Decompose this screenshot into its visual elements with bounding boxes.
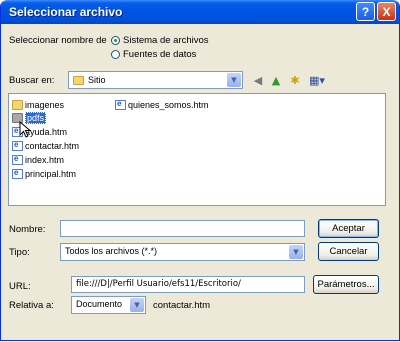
radio-file-system-label[interactable]: Sistema de archivos bbox=[123, 35, 209, 46]
chevron-down-icon[interactable]: ▼ bbox=[130, 298, 144, 312]
url-input[interactable]: file:///D|/Perfil Usuario/efs11/Escritor… bbox=[71, 276, 305, 293]
relative-file: contactar.htm bbox=[153, 300, 211, 311]
relative-value: Documento bbox=[76, 299, 123, 309]
radio-file-system[interactable] bbox=[111, 36, 120, 45]
lookin-dropdown[interactable]: Sitio ▼ bbox=[68, 71, 243, 89]
list-item[interactable]: index.htm bbox=[12, 154, 64, 166]
relative-label: Relativa a: bbox=[9, 300, 54, 311]
html-file-icon bbox=[115, 99, 126, 110]
folder-icon bbox=[73, 76, 84, 85]
type-value: Todos los archivos (*.*) bbox=[65, 246, 158, 256]
type-dropdown[interactable]: Todos los archivos (*.*) ▼ bbox=[60, 243, 305, 261]
chevron-down-icon[interactable]: ▼ bbox=[289, 245, 303, 259]
lookin-value: Sitio bbox=[88, 75, 106, 85]
parameters-button[interactable]: Parámetros... bbox=[313, 275, 379, 294]
chevron-down-icon[interactable]: ▼ bbox=[227, 73, 241, 87]
list-item[interactable]: quienes_somos.htm bbox=[115, 99, 209, 111]
pointer-cursor-icon bbox=[19, 121, 32, 138]
view-menu-icon[interactable]: ▦▾ bbox=[307, 73, 327, 87]
folder-icon bbox=[12, 100, 23, 110]
html-file-icon bbox=[12, 168, 23, 179]
name-label: Nombre: bbox=[9, 224, 46, 235]
back-icon[interactable]: ◀ bbox=[251, 73, 265, 87]
help-button[interactable]: ? bbox=[356, 2, 375, 21]
title-bar: Seleccionar archivo ? X bbox=[1, 0, 399, 24]
list-item[interactable]: principal.htm bbox=[12, 168, 76, 180]
radio-data-sources-label[interactable]: Fuentes de datos bbox=[123, 49, 196, 60]
accept-button[interactable]: Aceptar bbox=[318, 219, 379, 238]
window-title: Seleccionar archivo bbox=[9, 5, 123, 19]
html-file-icon bbox=[12, 154, 23, 165]
new-folder-icon[interactable]: ✱ bbox=[288, 73, 302, 87]
type-label: Tipo: bbox=[9, 247, 30, 258]
file-select-dialog: Seleccionar archivo ? X Seleccionar nomb… bbox=[0, 0, 400, 341]
file-list[interactable]: imagenes pdfs ayuda.htm contactar.htm in… bbox=[8, 93, 386, 206]
list-item[interactable]: contactar.htm bbox=[12, 140, 79, 152]
up-folder-icon[interactable]: ▲ bbox=[269, 73, 283, 87]
radio-data-sources[interactable] bbox=[111, 50, 120, 59]
name-input[interactable] bbox=[60, 220, 305, 237]
url-label: URL: bbox=[9, 281, 31, 292]
html-file-icon bbox=[12, 140, 23, 151]
cancel-button[interactable]: Cancelar bbox=[318, 242, 379, 261]
source-label: Seleccionar nombre de bbox=[9, 35, 107, 46]
list-item[interactable]: imagenes bbox=[12, 99, 64, 111]
relative-dropdown[interactable]: Documento ▼ bbox=[71, 296, 146, 314]
close-button[interactable]: X bbox=[377, 2, 396, 21]
lookin-label: Buscar en: bbox=[9, 75, 55, 86]
